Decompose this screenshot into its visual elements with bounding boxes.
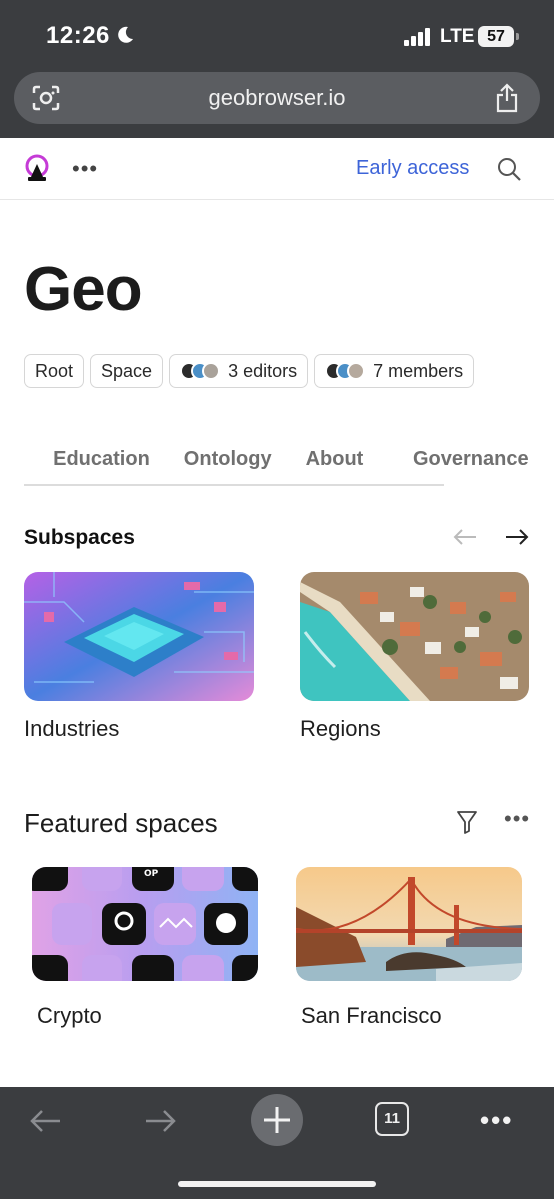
crypto-icons-image: OP (32, 867, 258, 981)
back-arrow-icon[interactable] (28, 1107, 62, 1135)
members-chip[interactable]: 7 members (314, 354, 475, 388)
avatar (202, 362, 221, 380)
crypto-label[interactable]: Crypto (37, 1003, 102, 1029)
industries-label[interactable]: Industries (24, 716, 119, 742)
editor-avatars (180, 362, 221, 380)
app-header: ••• Early access (0, 138, 554, 200)
avatar (347, 362, 366, 380)
forward-arrow-icon[interactable] (144, 1107, 178, 1135)
tab-switcher-button[interactable]: 11 (375, 1102, 409, 1136)
industries-card-image[interactable] (24, 572, 254, 701)
arrow-left-icon[interactable] (452, 527, 478, 547)
circuit-image (24, 572, 254, 701)
address-bar[interactable]: geobrowser.io (14, 72, 540, 124)
editors-count: 3 editors (228, 360, 298, 381)
arrow-right-icon[interactable] (504, 527, 530, 547)
share-icon[interactable] (494, 83, 520, 113)
member-avatars (325, 362, 366, 380)
bridge-image (296, 867, 522, 981)
plus-icon (264, 1107, 290, 1133)
tab-governance[interactable]: Governance (413, 448, 529, 471)
geo-logo-icon[interactable] (24, 154, 50, 182)
search-icon[interactable] (496, 156, 522, 182)
home-indicator (178, 1181, 376, 1187)
active-tab-indicator (24, 484, 32, 486)
browser-chrome: geobrowser.io (0, 62, 554, 138)
page-title: Geo (24, 255, 143, 324)
status-time: 12:26 (46, 22, 110, 49)
svg-text:OP: OP (144, 869, 159, 879)
featured-heading: Featured spaces (24, 808, 218, 838)
signal-icon (404, 28, 430, 46)
url-text[interactable]: geobrowser.io (14, 85, 540, 111)
tab-about[interactable]: About (306, 448, 364, 471)
network-label: LTE (440, 26, 475, 47)
root-tag[interactable]: Root (24, 354, 85, 388)
more-options-icon[interactable]: ••• (480, 1105, 513, 1136)
members-count: 7 members (373, 360, 464, 381)
regions-card-image[interactable] (300, 572, 529, 701)
regions-label[interactable]: Regions (300, 716, 381, 742)
space-tabs: v Education Ontology About (24, 448, 444, 486)
tab-ontology[interactable]: Ontology (184, 448, 272, 471)
space-tag[interactable]: Space (90, 354, 164, 388)
coast-image (300, 572, 529, 701)
filter-icon[interactable] (456, 809, 478, 835)
early-access-link[interactable]: Early access (356, 157, 469, 180)
status-bar: 12:26 LTE 57 (0, 0, 554, 62)
san-francisco-card-image[interactable] (296, 867, 522, 981)
crypto-card-image[interactable]: OP (32, 867, 258, 981)
battery-icon: 57 (478, 26, 519, 47)
subspaces-heading: Subspaces (24, 526, 135, 549)
more-menu-icon[interactable]: ••• (72, 156, 98, 182)
new-tab-button[interactable] (251, 1094, 303, 1146)
space-tags: Root Space 3 editors 7 members (24, 354, 475, 388)
tab-education[interactable]: Education (53, 448, 150, 471)
san-francisco-label[interactable]: San Francisco (301, 1003, 442, 1029)
moon-icon (118, 26, 133, 43)
editors-chip[interactable]: 3 editors (169, 354, 309, 388)
featured-more-icon[interactable]: ••• (504, 806, 530, 832)
